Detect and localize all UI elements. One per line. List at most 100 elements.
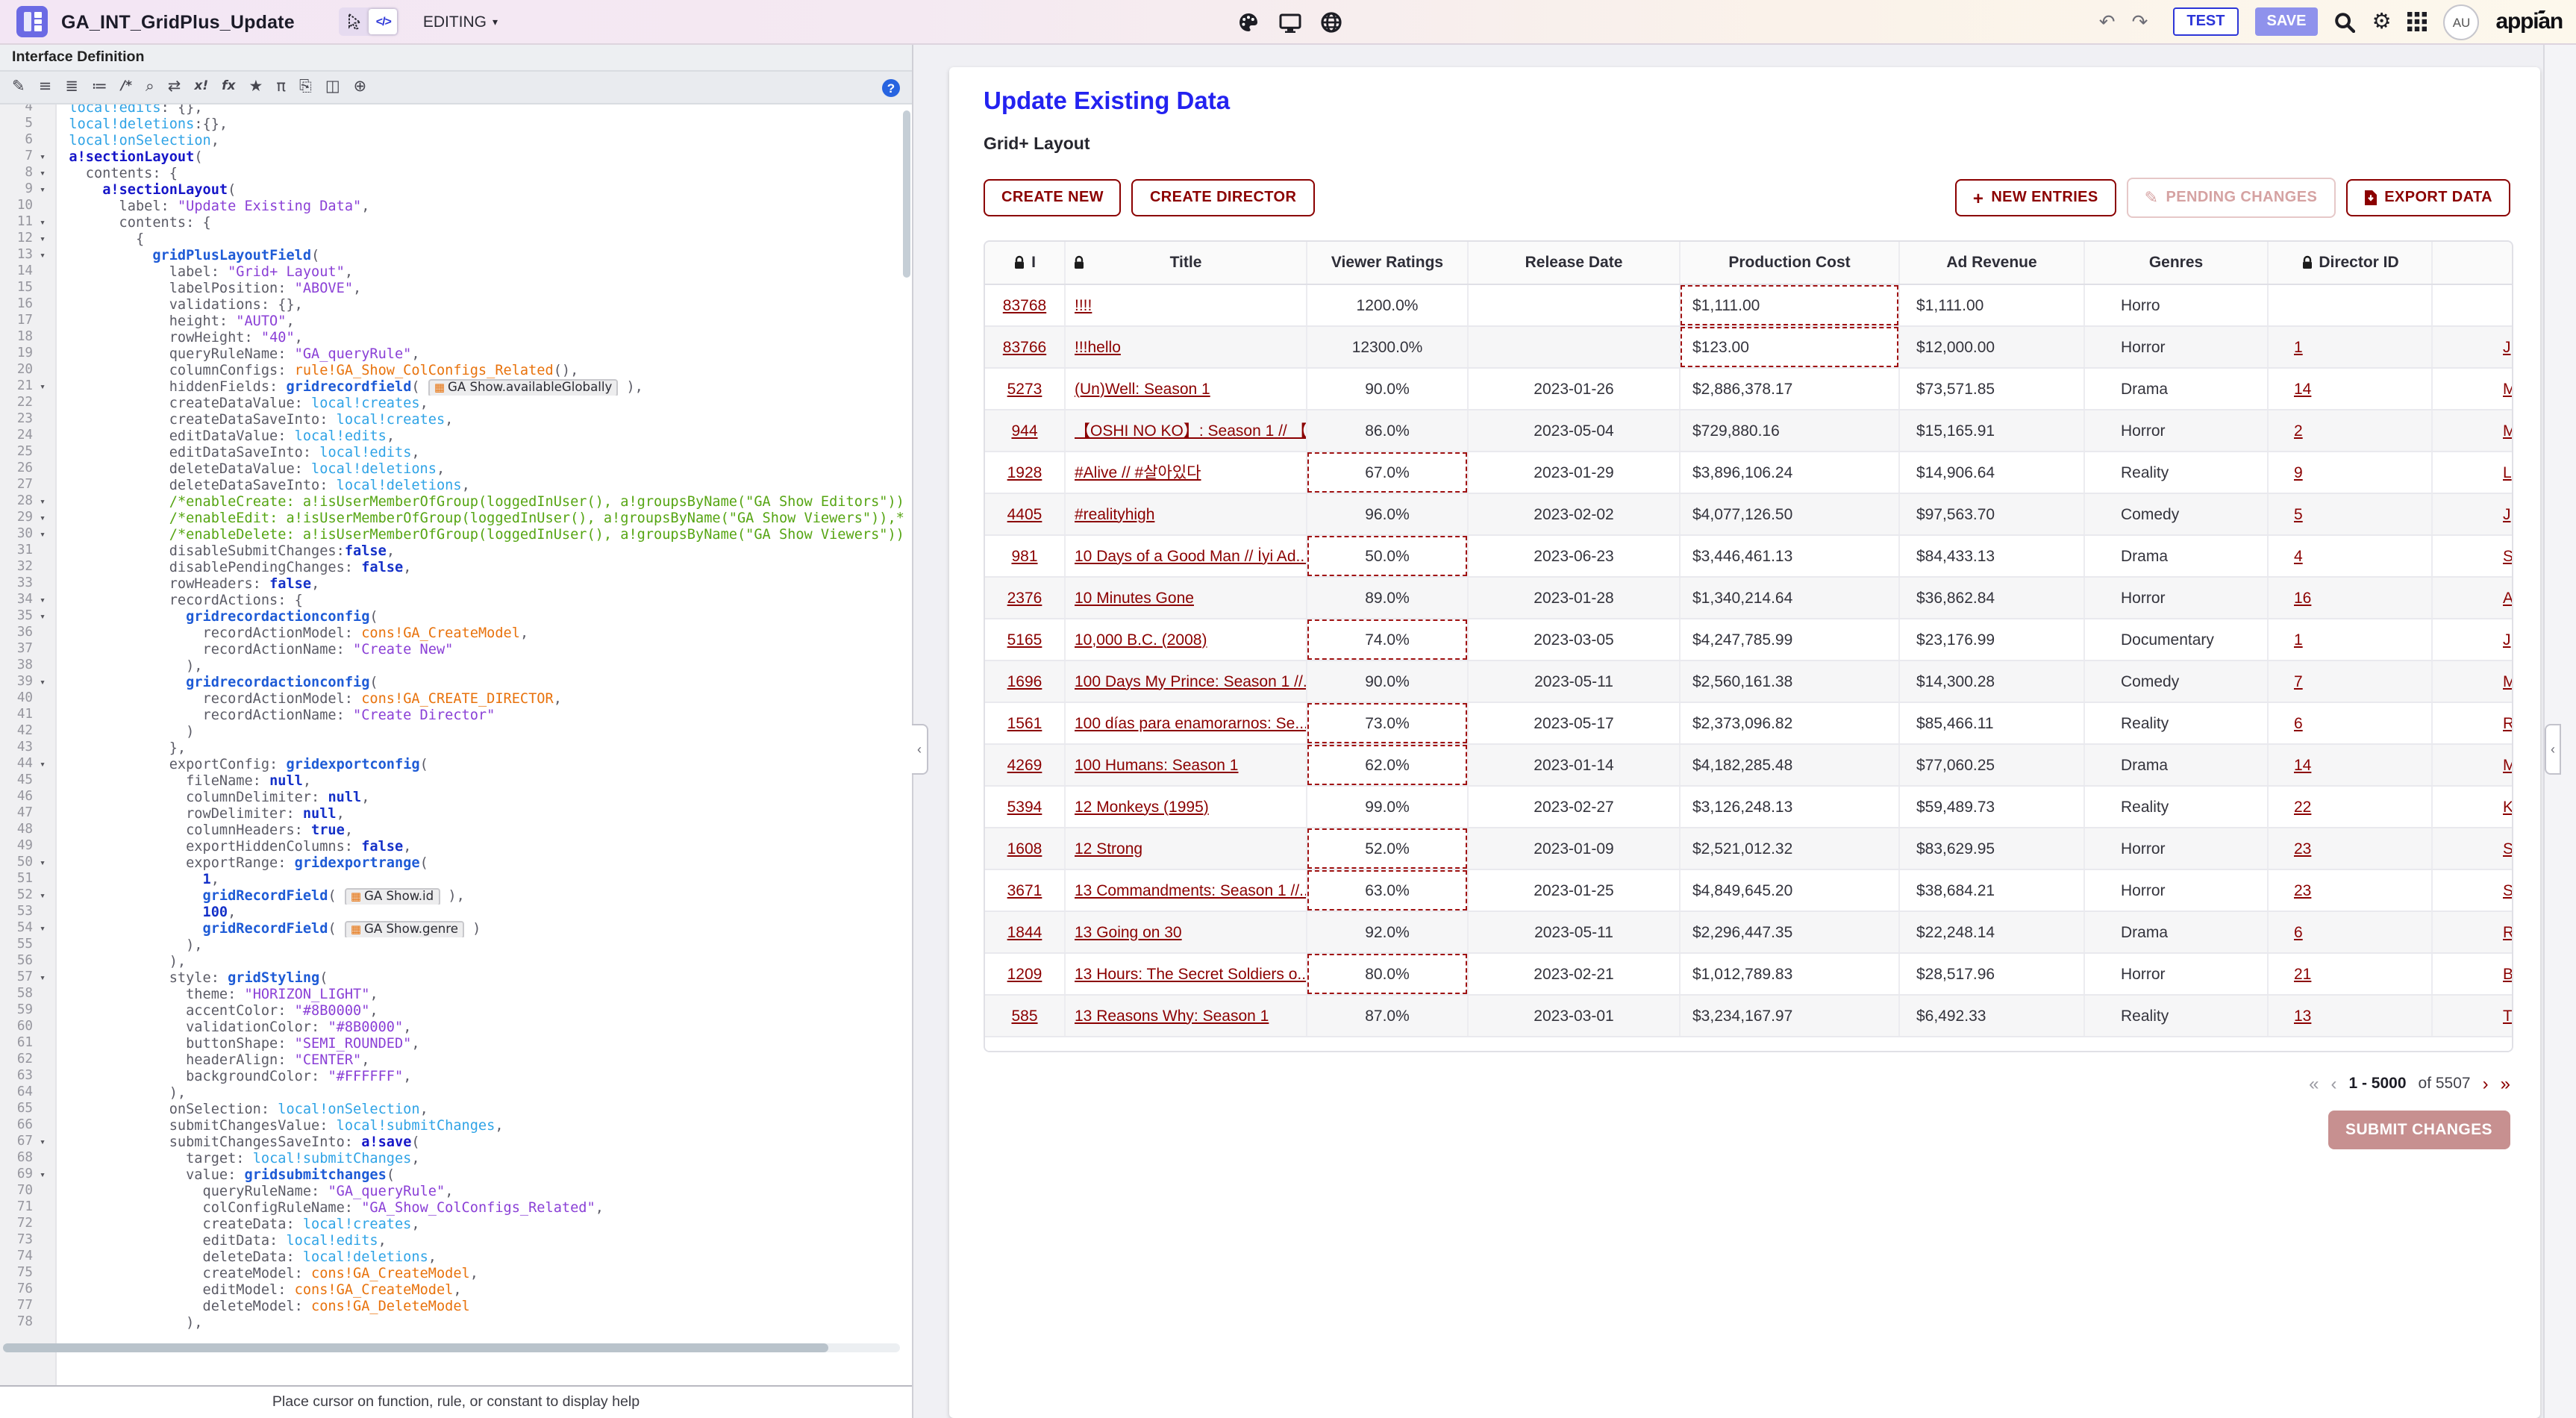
director_id-link[interactable]: 6 [2294, 714, 2303, 732]
code-line[interactable]: 57▾ style: gridStyling( [0, 970, 912, 987]
code-line[interactable]: 73 editData: local!edits, [0, 1233, 912, 1249]
column-header-id[interactable]: I [985, 242, 1066, 284]
id-link[interactable]: 1844 [1007, 923, 1042, 941]
code-line[interactable]: 31 disableSubmitChanges:false, [0, 543, 912, 560]
id-link[interactable]: 4405 [1007, 505, 1042, 523]
code-line[interactable]: 48 columnHeaders: true, [0, 822, 912, 839]
director-link[interactable]: R [2503, 714, 2512, 732]
code-line[interactable]: 24 editDataValue: local!edits, [0, 428, 912, 445]
app-grid-icon[interactable] [2408, 12, 2427, 31]
column-header-release_date[interactable]: Release Date [1469, 242, 1681, 284]
grid-row[interactable]: 58513 Reasons Why: Season 187.0%2023-03-… [985, 994, 2512, 1036]
director-link[interactable]: S [2503, 881, 2512, 899]
code-line[interactable]: 76 editModel: cons!GA_CreateModel, [0, 1282, 912, 1299]
code-line[interactable]: 59 accentColor: "#8B0000", [0, 1003, 912, 1019]
last-page-icon[interactable]: » [2501, 1073, 2510, 1094]
editor-vertical-scrollbar[interactable] [903, 110, 910, 278]
code-line[interactable]: 70 queryRuleName: "GA_queryRule", [0, 1184, 912, 1200]
next-page-icon[interactable]: › [2483, 1073, 2489, 1094]
grid-row[interactable]: 367113 Commandments: Season 1 //...63.0%… [985, 869, 2512, 911]
cell-production_cost[interactable]: $123.00 [1681, 327, 1900, 367]
director-link[interactable]: S [2503, 840, 2512, 858]
code-line[interactable]: 56 ), [0, 954, 912, 970]
expression-code-editor[interactable]: 4 local!edits: {},5 local!deletions:{},6… [0, 104, 912, 1385]
director_id-link[interactable]: 21 [2294, 965, 2311, 983]
title-link[interactable]: 10 Days of a Good Man // İyi Ad... [1075, 547, 1307, 565]
code-line[interactable]: 32 disablePendingChanges: false, [0, 560, 912, 576]
design-mode-button[interactable] [341, 9, 369, 34]
column-header-viewer_rating[interactable]: Viewer Ratings [1307, 242, 1469, 284]
title-link[interactable]: 12 Strong [1075, 840, 1142, 858]
cell-viewer_rating[interactable]: 80.0% [1307, 954, 1469, 994]
title-link[interactable]: #realityhigh [1075, 505, 1154, 523]
grid-row[interactable]: 184413 Going on 3092.0%2023-05-11$2,296,… [985, 911, 2512, 952]
code-line[interactable]: 25 editDataSaveInto: local!edits, [0, 445, 912, 461]
director_id-link[interactable]: 16 [2294, 589, 2311, 607]
undo-button[interactable]: ↶ [2099, 12, 2116, 31]
launch-icon[interactable]: ⎘ [299, 80, 312, 96]
fold-caret-icon[interactable]: ▾ [33, 527, 52, 543]
director-link[interactable]: M [2503, 672, 2512, 690]
cell-viewer_rating[interactable]: 63.0% [1307, 870, 1469, 911]
director_id-link[interactable]: 23 [2294, 881, 2311, 899]
cell-viewer_rating[interactable]: 74.0% [1307, 619, 1469, 660]
code-line[interactable]: 6 local!onSelection, [0, 133, 912, 149]
id-link[interactable]: 5394 [1007, 798, 1042, 816]
fold-caret-icon[interactable]: ▾ [33, 855, 52, 872]
code-line[interactable]: 51 1, [0, 872, 912, 888]
search-icon[interactable] [2335, 11, 2356, 32]
record-field-pill[interactable]: ▦GA Show.availableGlobally [428, 379, 618, 396]
fold-caret-icon[interactable]: ▾ [33, 675, 52, 691]
code-line[interactable]: 47 rowDelimiter: null, [0, 806, 912, 822]
expand-preview-handle[interactable]: ‹ [2545, 724, 2561, 775]
code-line[interactable]: 42 ) [0, 724, 912, 740]
code-line[interactable]: 4 local!edits: {}, [0, 104, 912, 116]
code-line[interactable]: 14 label: "Grid+ Layout", [0, 264, 912, 281]
code-line[interactable]: 78 ), [0, 1315, 912, 1331]
code-line[interactable]: 52▾ gridRecordField( ▦GA Show.id ), [0, 888, 912, 905]
id-link[interactable]: 5273 [1007, 380, 1042, 398]
block-comment-icon[interactable]: /* [121, 81, 132, 94]
code-line[interactable]: 29▾ /*enableEdit: a!isUserMemberOfGroup(… [0, 510, 912, 527]
code-line[interactable]: 16 validations: {}, [0, 297, 912, 313]
fold-caret-icon[interactable]: ▾ [33, 921, 52, 937]
id-link[interactable]: 1209 [1007, 965, 1042, 983]
title-link[interactable]: 100 Days My Prince: Season 1 //... [1075, 672, 1307, 690]
collapse-editor-handle[interactable]: ‹ [912, 724, 928, 775]
code-line[interactable]: 12▾ { [0, 231, 912, 248]
id-link[interactable]: 944 [1011, 422, 1037, 440]
fold-caret-icon[interactable]: ▾ [33, 510, 52, 527]
director_id-link[interactable]: 13 [2294, 1007, 2311, 1025]
code-line[interactable]: 19 queryRuleName: "GA_queryRule", [0, 346, 912, 363]
create-new-button[interactable]: CREATE NEW [984, 179, 1122, 216]
id-link[interactable]: 2376 [1007, 589, 1042, 607]
id-link[interactable]: 3671 [1007, 881, 1042, 899]
code-line[interactable]: 69▾ value: gridsubmitchanges( [0, 1167, 912, 1184]
director-link[interactable]: T [2503, 1007, 2512, 1025]
director_id-link[interactable]: 14 [2294, 380, 2311, 398]
director_id-link[interactable]: 1 [2294, 338, 2303, 356]
code-line[interactable]: 30▾ /*enableDelete: a!isUserMemberOfGrou… [0, 527, 912, 543]
code-line[interactable]: 62 headerAlign: "CENTER", [0, 1052, 912, 1069]
numbered-list-icon[interactable]: ≔ [92, 80, 107, 96]
grid-row[interactable]: 1696100 Days My Prince: Season 1 //...90… [985, 660, 2512, 702]
code-line[interactable]: 65 onSelection: local!onSelection, [0, 1102, 912, 1118]
code-line[interactable]: 49 exportHiddenColumns: false, [0, 839, 912, 855]
director-link[interactable]: L [2503, 463, 2512, 481]
director_id-link[interactable]: 1 [2294, 631, 2303, 649]
test-inputs-icon[interactable]: x! [194, 81, 208, 94]
fold-caret-icon[interactable]: ▾ [33, 149, 52, 166]
grid-row[interactable]: 944【OSHI NO KO】: Season 1 // 【...86.0%20… [985, 409, 2512, 451]
cell-viewer_rating[interactable]: 73.0% [1307, 703, 1469, 743]
column-header-director_id[interactable]: Director ID [2269, 242, 2433, 284]
director_id-link[interactable]: 14 [2294, 756, 2311, 774]
code-line[interactable]: 72 createData: local!creates, [0, 1216, 912, 1233]
code-line[interactable]: 13▾ gridPlusLayoutField( [0, 248, 912, 264]
record-field-pill[interactable]: ▦GA Show.id [345, 888, 440, 905]
first-page-icon[interactable]: « [2309, 1073, 2319, 1094]
id-link[interactable]: 5165 [1007, 631, 1042, 649]
title-link[interactable]: !!!hello [1075, 338, 1121, 356]
grid-row[interactable]: 237610 Minutes Gone89.0%2023-01-28$1,340… [985, 576, 2512, 618]
id-link[interactable]: 4269 [1007, 756, 1042, 774]
grid-row[interactable]: 539412 Monkeys (1995)99.0%2023-02-27$3,1… [985, 785, 2512, 827]
